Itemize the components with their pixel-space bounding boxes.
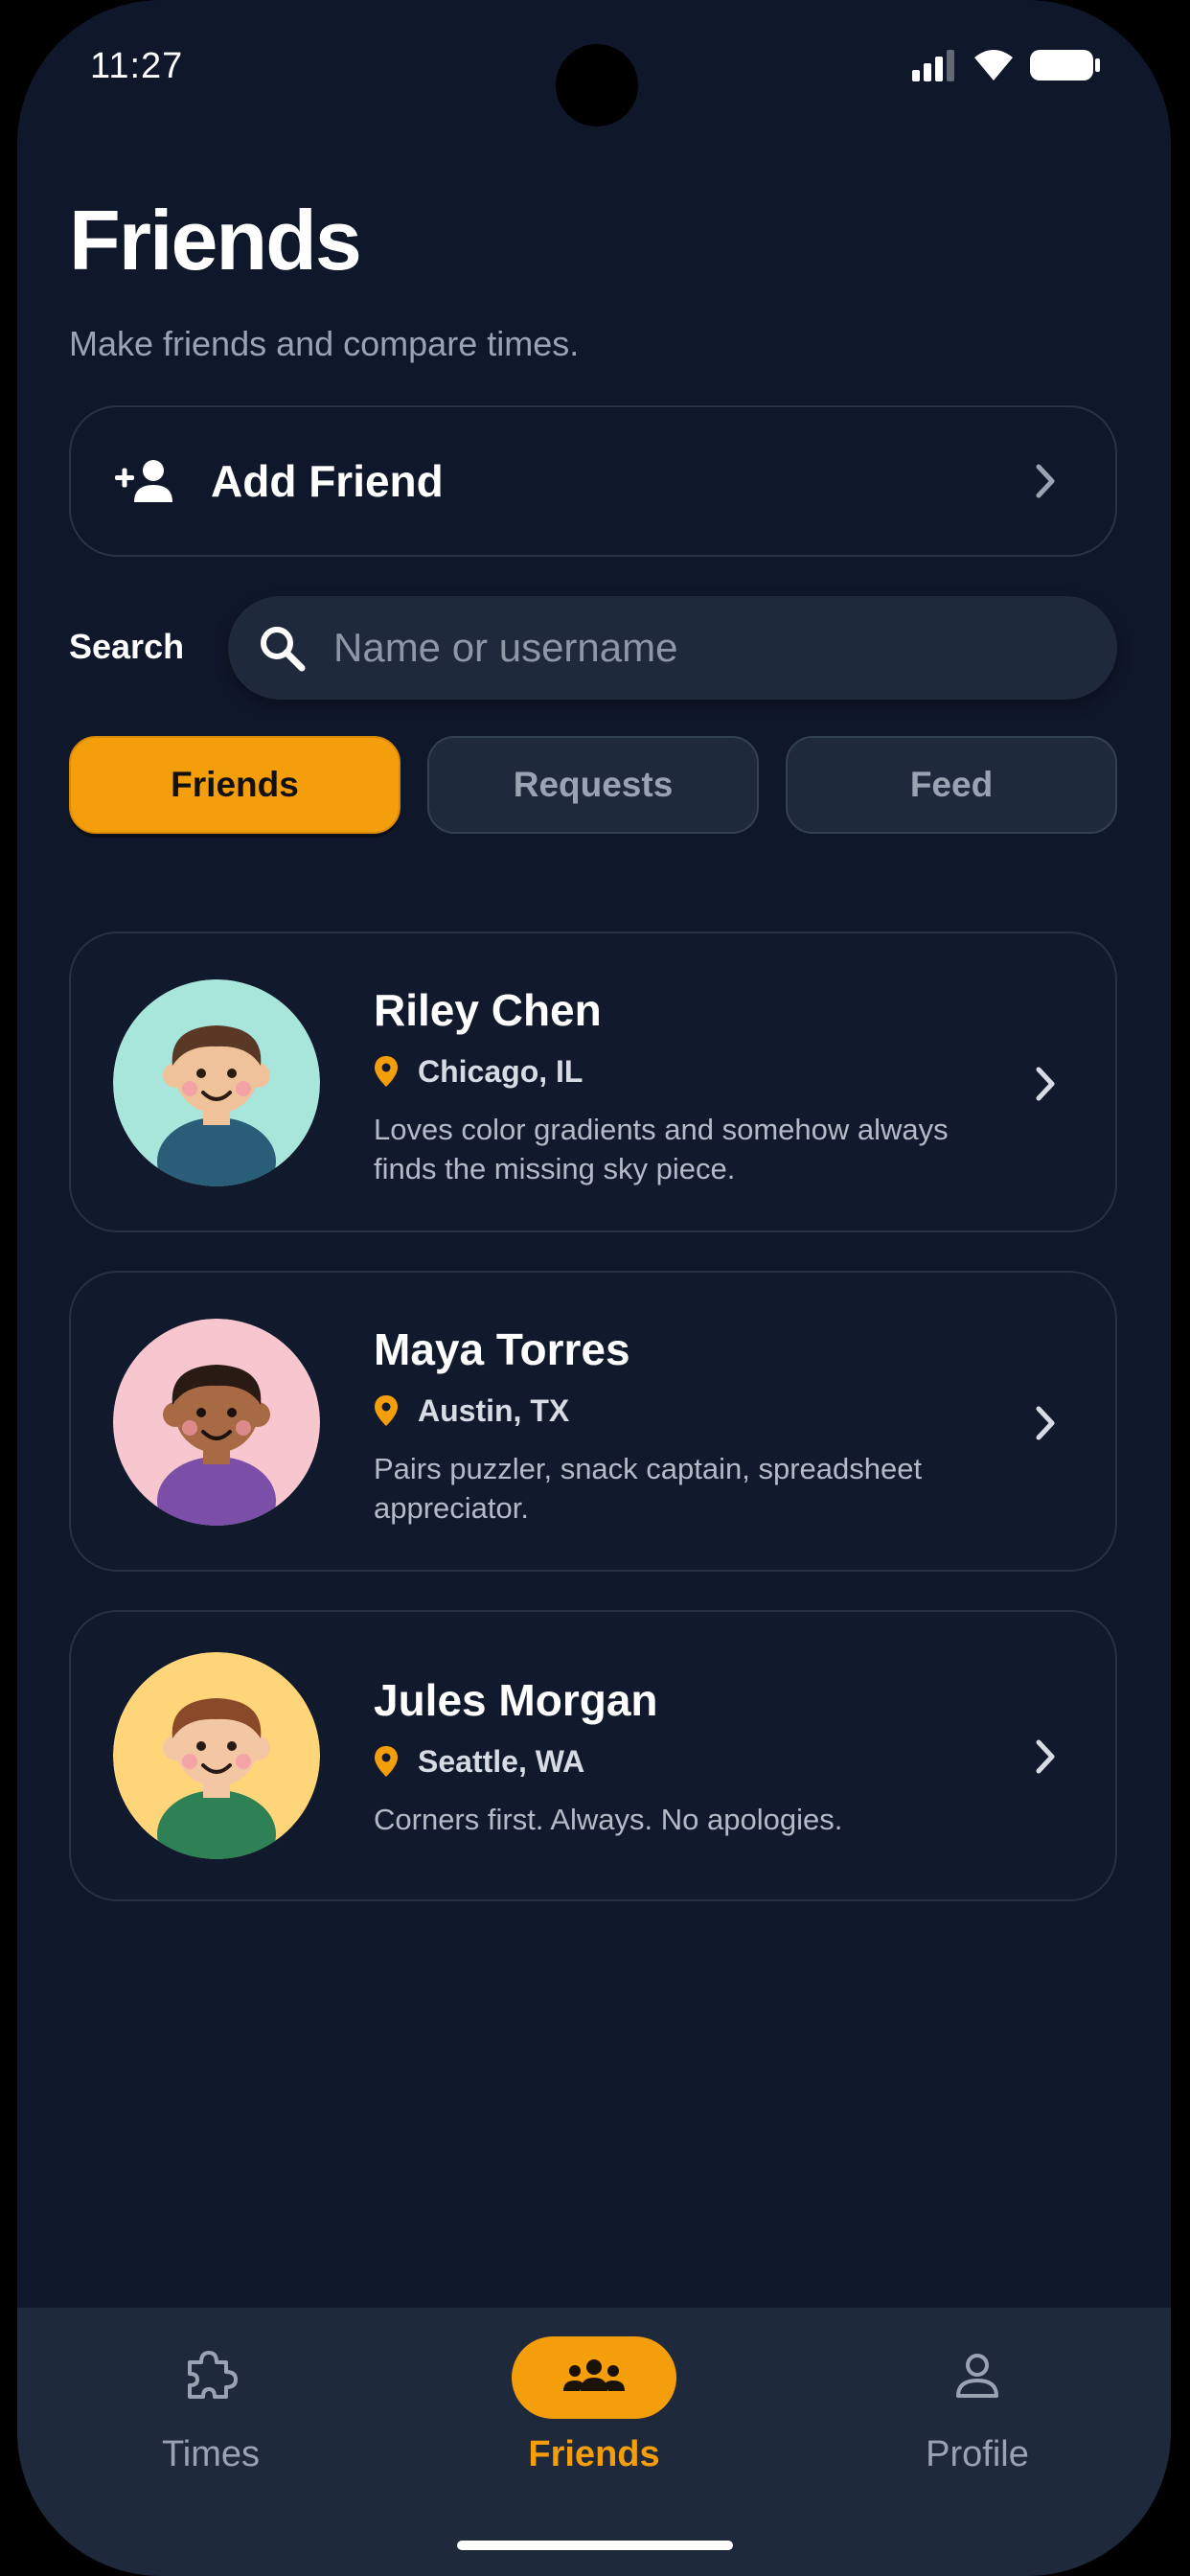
puzzle-icon: [184, 2349, 238, 2407]
search-bar[interactable]: [228, 596, 1117, 700]
person-add-icon: [115, 450, 176, 512]
friend-info: Maya Torres Austin, TX Pairs puzzler, sn…: [374, 1322, 1000, 1528]
location-pin-icon: [374, 1392, 404, 1430]
friend-list: Riley Chen Chicago, IL Loves color gradi…: [69, 932, 1117, 1940]
friend-name: Jules Morgan: [374, 1675, 658, 1725]
nav-item-profile[interactable]: Profile: [862, 2336, 1092, 2475]
friend-location: Seattle, WA: [374, 1740, 1000, 1782]
nav-item-times[interactable]: Times: [96, 2336, 326, 2475]
battery-icon: [1030, 50, 1100, 80]
group-icon: [561, 2357, 628, 2400]
avatar: [113, 1652, 320, 1859]
friend-name: Riley Chen: [374, 985, 602, 1035]
location-pin-icon: [374, 1052, 404, 1091]
friend-name: Maya Torres: [374, 1324, 630, 1374]
wifi-icon: [974, 50, 1013, 80]
search-input[interactable]: [332, 624, 1083, 672]
search-label: Search: [69, 627, 185, 666]
camera-cutout: [556, 44, 638, 126]
tab-friends[interactable]: Friends: [69, 736, 400, 834]
chevron-right-icon: [1031, 1399, 1060, 1452]
page-title: Friends: [69, 193, 362, 288]
avatar: [113, 1319, 320, 1526]
friend-location: Austin, TX: [374, 1390, 1000, 1432]
status-time: 11:27: [90, 46, 184, 86]
friend-location-label: Chicago, IL: [418, 1053, 584, 1089]
page-subtitle: Make friends and compare times.: [69, 324, 580, 363]
friend-bio: Loves color gradients and somehow always…: [374, 1113, 949, 1185]
friend-location: Chicago, IL: [374, 1050, 1000, 1092]
chevron-right-icon: [1031, 1060, 1060, 1113]
nav-pill: [895, 2336, 1060, 2419]
nav-pill: [512, 2336, 676, 2419]
nav-label: Profile: [926, 2434, 1029, 2474]
status-icons: [910, 48, 1102, 82]
signal-icon: [912, 50, 954, 81]
add-friend-label: Add Friend: [211, 456, 444, 506]
home-indicator[interactable]: [457, 2541, 733, 2550]
nav-pill: [128, 2336, 293, 2419]
tab-feed[interactable]: Feed: [786, 736, 1117, 834]
bottom-navigation: Times Friends Profile: [17, 2308, 1171, 2576]
friend-card-jules-morgan[interactable]: Jules Morgan Seattle, WA Corners first. …: [69, 1610, 1117, 1901]
avatar: [113, 979, 320, 1186]
friend-card-riley-chen[interactable]: Riley Chen Chicago, IL Loves color gradi…: [69, 932, 1117, 1232]
nav-label: Times: [161, 2434, 261, 2474]
chevron-right-icon: [1031, 1733, 1060, 1785]
add-friend-button[interactable]: Add Friend: [69, 405, 1117, 557]
friend-info: Riley Chen Chicago, IL Loves color gradi…: [374, 983, 1000, 1188]
person-icon: [953, 2352, 1001, 2404]
search-icon: [255, 621, 309, 675]
friend-bio: Corners first. Always. No apologies.: [374, 1803, 843, 1836]
tab-requests[interactable]: Requests: [427, 736, 759, 834]
location-pin-icon: [374, 1742, 404, 1781]
nav-label: Friends: [528, 2434, 660, 2474]
nav-item-friends[interactable]: Friends: [479, 2336, 709, 2475]
segmented-tabs: Friends Requests Feed: [69, 736, 1117, 834]
friend-location-label: Seattle, WA: [418, 1743, 585, 1779]
friend-info: Jules Morgan Seattle, WA Corners first. …: [374, 1673, 1000, 1839]
friend-card-maya-torres[interactable]: Maya Torres Austin, TX Pairs puzzler, sn…: [69, 1271, 1117, 1572]
chevron-right-icon: [1031, 457, 1060, 510]
friend-location-label: Austin, TX: [418, 1392, 570, 1428]
friend-bio: Pairs puzzler, snack captain, spreadshee…: [374, 1452, 923, 1525]
phone-screen: 11:27 Friends Make friends and compare t…: [17, 0, 1171, 2576]
